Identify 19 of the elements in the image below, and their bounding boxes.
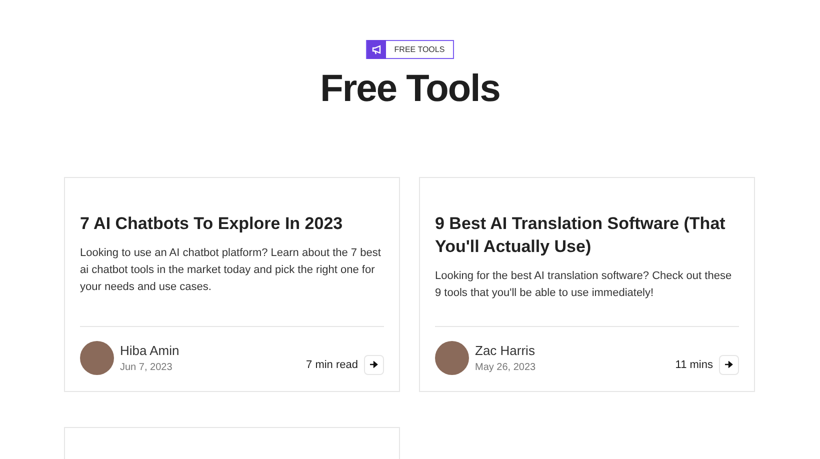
arrow-right-icon xyxy=(725,361,733,368)
page-heading: Free Tools xyxy=(320,67,500,111)
article-title[interactable]: 7 AI Chatbots To Explore In 2023 xyxy=(80,212,384,235)
article-title[interactable]: 9 Best AI Translation Software (That You'll Actually Use) xyxy=(435,212,739,258)
publish-date: Jun 7, 2023 xyxy=(120,361,174,375)
arrow-right-icon xyxy=(370,361,378,368)
article-excerpt: Looking to use an AI chatbot platform? Learn about the 7 best ai chatbot tools in the market today and pick the right one for your needs and use cases. xyxy=(80,246,382,295)
read-time: 11 mins xyxy=(675,358,713,372)
arrow-button[interactable] xyxy=(719,354,739,375)
author-name: Hiba Amin xyxy=(120,342,180,360)
publish-date: May 26, 2023 xyxy=(475,361,536,375)
author-name: Zac Harris xyxy=(475,342,536,360)
article-excerpt: Looking for the best AI translation software? Check out these 9 tools that you'll be able to use immediately! xyxy=(435,269,733,301)
avatar-placeholder xyxy=(435,340,469,375)
avatar-placeholder xyxy=(80,340,114,375)
read-time: 7 min read xyxy=(306,358,358,372)
badge-label: FREE TOOLS xyxy=(393,44,446,56)
arrow-button[interactable] xyxy=(364,354,384,375)
megaphone-icon xyxy=(367,40,386,59)
